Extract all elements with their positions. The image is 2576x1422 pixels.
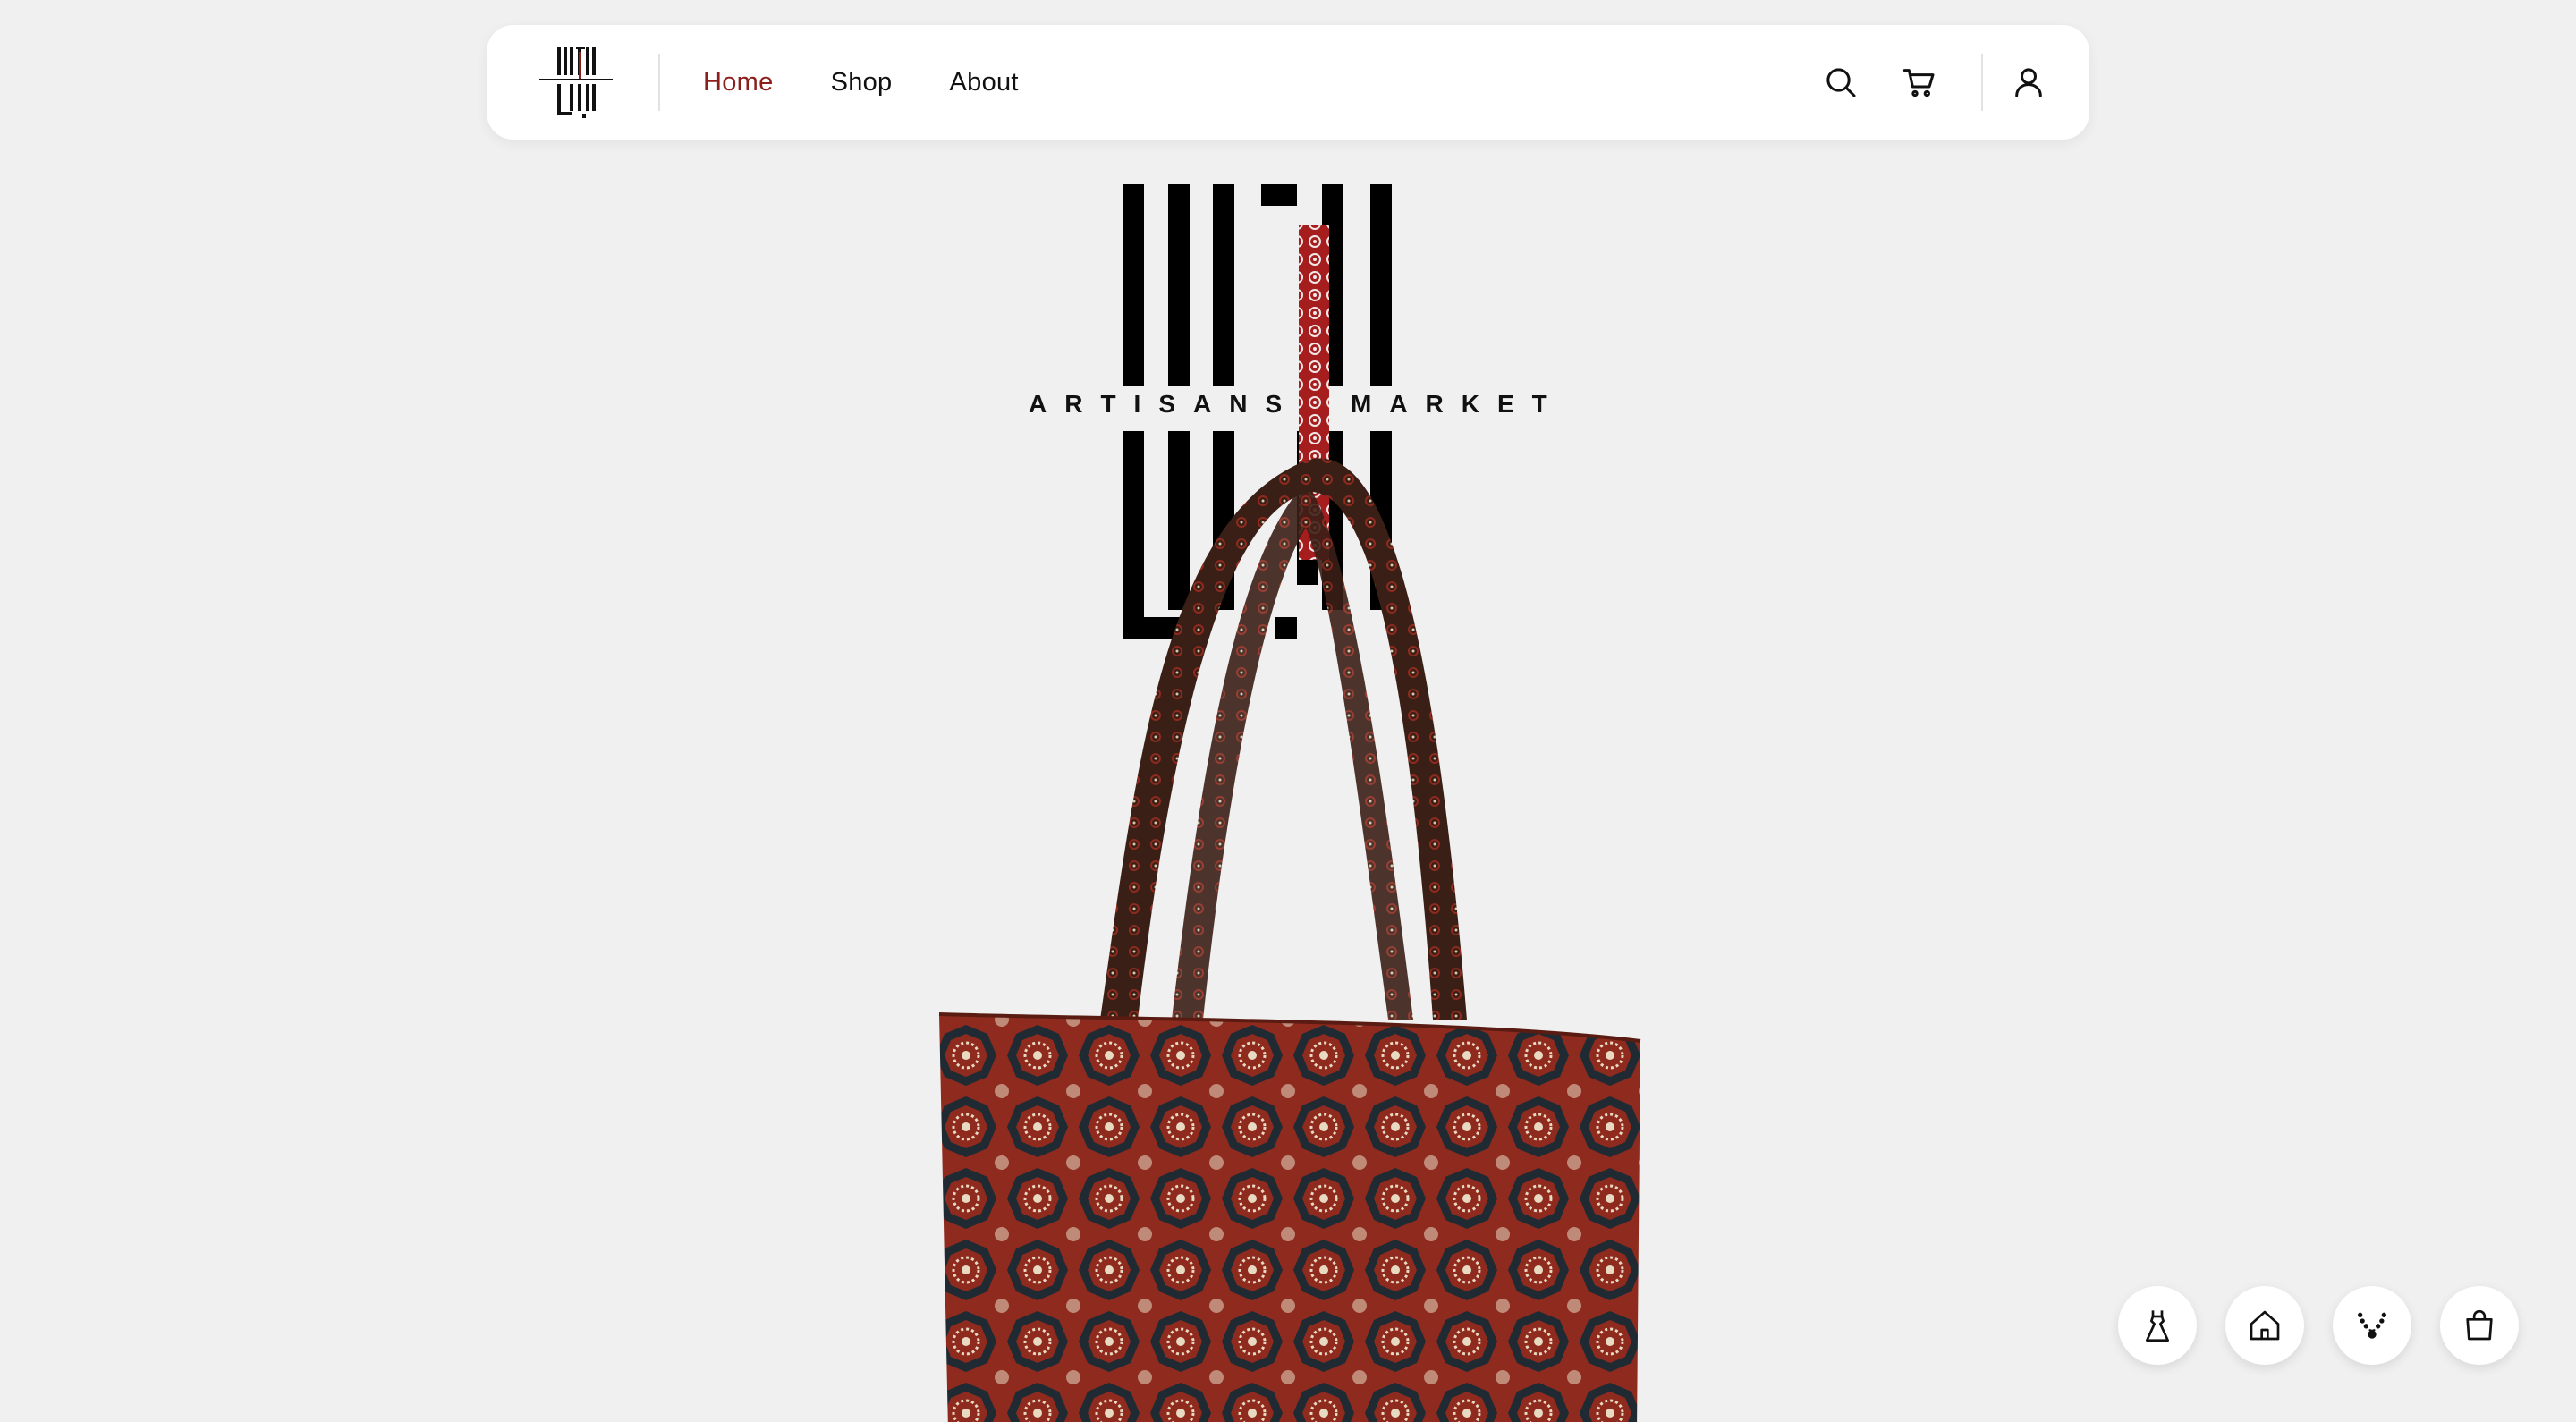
nav-links: Home Shop About [703, 25, 1019, 140]
page: Home Shop About ARTISANS MARKET [0, 0, 2576, 1422]
bag-icon [2466, 1309, 2493, 1341]
cart-icon [1902, 69, 1935, 97]
navbar: Home Shop About [487, 25, 2089, 140]
category-clothing-button[interactable] [2118, 1286, 2197, 1365]
user-icon [2015, 68, 2042, 97]
hero-tagline-market: MARKET [1351, 390, 1565, 418]
hero-tagline-artisans: ARTISANS [1029, 390, 1301, 418]
cart-button[interactable] [1896, 59, 1943, 106]
nav-divider-left [658, 54, 660, 111]
account-button[interactable] [2005, 59, 2052, 106]
home-icon [2250, 1310, 2280, 1341]
search-icon [1826, 68, 1856, 97]
category-home-button[interactable] [2225, 1286, 2304, 1365]
necklace-icon [2358, 1312, 2386, 1339]
search-button[interactable] [1818, 59, 1864, 106]
hero-product-image[interactable] [930, 447, 1655, 1422]
dress-icon [2146, 1310, 2169, 1342]
nav-logo[interactable] [536, 45, 616, 120]
nav-link-about[interactable]: About [950, 68, 1019, 97]
category-jewelry-button[interactable] [2333, 1286, 2411, 1365]
nav-link-home[interactable]: Home [703, 68, 774, 97]
category-bags-button[interactable] [2440, 1286, 2519, 1365]
nav-divider-right [1981, 54, 1983, 111]
nav-link-shop[interactable]: Shop [831, 68, 893, 97]
